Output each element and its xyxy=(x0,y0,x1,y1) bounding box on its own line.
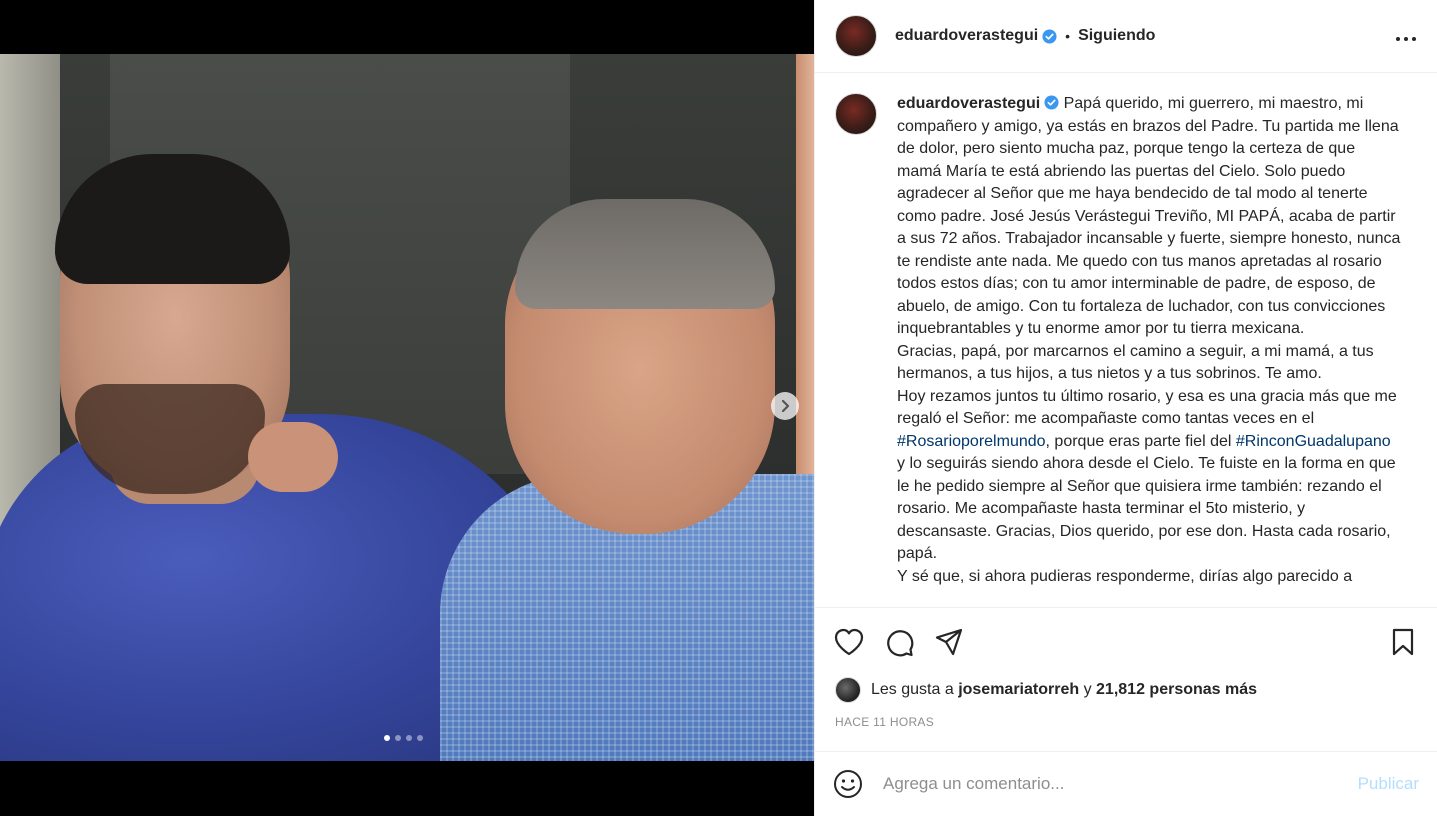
post-media xyxy=(0,0,814,816)
likes-prefix: Les gusta a xyxy=(871,681,954,698)
caption-paragraph-3c: y lo seguirás siendo ahora desde el Ciel… xyxy=(897,455,1396,562)
comment-input[interactable] xyxy=(883,774,1358,794)
post-header: eduardoverastegui • Siguiendo xyxy=(815,0,1437,73)
author-avatar[interactable] xyxy=(835,15,877,57)
carousel-dot xyxy=(406,735,412,741)
caption-username[interactable]: eduardoverastegui xyxy=(897,95,1040,112)
liker-avatar[interactable] xyxy=(835,677,861,703)
comment-bubble-icon xyxy=(887,629,914,656)
chevron-right-icon xyxy=(781,399,790,413)
hashtag-link-rinconguadalupano[interactable]: #RinconGuadalupano xyxy=(1236,433,1391,450)
more-options-button[interactable] xyxy=(1395,26,1417,47)
caption-paragraph-2: Gracias, papá, por marcarnos el camino a… xyxy=(897,342,1374,383)
paper-plane-icon xyxy=(935,628,963,655)
comment-button[interactable] xyxy=(883,626,915,658)
emoji-icon[interactable] xyxy=(833,769,863,799)
post-photo xyxy=(0,54,814,761)
likes-summary: Les gusta a josemariatorreh y 21,812 per… xyxy=(815,675,1437,705)
likes-count[interactable]: 21,812 personas más xyxy=(1096,681,1257,699)
caption-paragraph-3a: Hoy rezamos juntos tu último rosario, y … xyxy=(897,387,1397,428)
carousel-dot xyxy=(417,735,423,741)
liker-username[interactable]: josemariatorreh xyxy=(958,681,1079,699)
share-button[interactable] xyxy=(933,626,965,658)
comment-box: Publicar xyxy=(815,751,1437,816)
carousel-next-button[interactable] xyxy=(771,392,799,420)
like-button[interactable] xyxy=(833,626,865,658)
header-separator: • xyxy=(1065,28,1071,44)
caption-paragraph-4: Y sé que, si ahora pudieras responderme,… xyxy=(897,567,1353,585)
action-bar xyxy=(815,607,1437,675)
caption-paragraph-3b: , porque eras parte fiel del xyxy=(1045,432,1236,450)
caption-avatar[interactable] xyxy=(835,93,877,135)
hashtag-link-rosarioporelmundo[interactable]: #Rosarioporelmundo xyxy=(897,433,1046,450)
carousel-indicators xyxy=(384,735,423,741)
bookmark-icon xyxy=(1392,628,1414,655)
author-username[interactable]: eduardoverastegui xyxy=(895,27,1038,45)
more-dots-icon xyxy=(1396,36,1416,41)
caption-area: eduardoverastegui Papá querido, mi guerr… xyxy=(815,73,1437,607)
heart-icon xyxy=(834,628,864,655)
carousel-dot xyxy=(384,735,390,741)
publish-button[interactable]: Publicar xyxy=(1358,774,1419,794)
following-button[interactable]: Siguiendo xyxy=(1078,27,1155,45)
verified-badge-icon xyxy=(1044,95,1059,110)
caption-paragraph-1: Papá querido, mi guerrero, mi maestro, m… xyxy=(897,95,1401,337)
caption-text: eduardoverastegui Papá querido, mi guerr… xyxy=(897,93,1402,607)
verified-badge-icon xyxy=(1042,28,1057,44)
save-button[interactable] xyxy=(1387,626,1419,658)
instagram-post-modal: eduardoverastegui • Siguiendo eduardover… xyxy=(0,0,1437,816)
post-timestamp[interactable]: HACE 11 HORAS xyxy=(815,705,1437,745)
post-side-panel: eduardoverastegui • Siguiendo eduardover… xyxy=(814,0,1437,816)
carousel-dot xyxy=(395,735,401,741)
likes-connector: y xyxy=(1083,681,1092,698)
